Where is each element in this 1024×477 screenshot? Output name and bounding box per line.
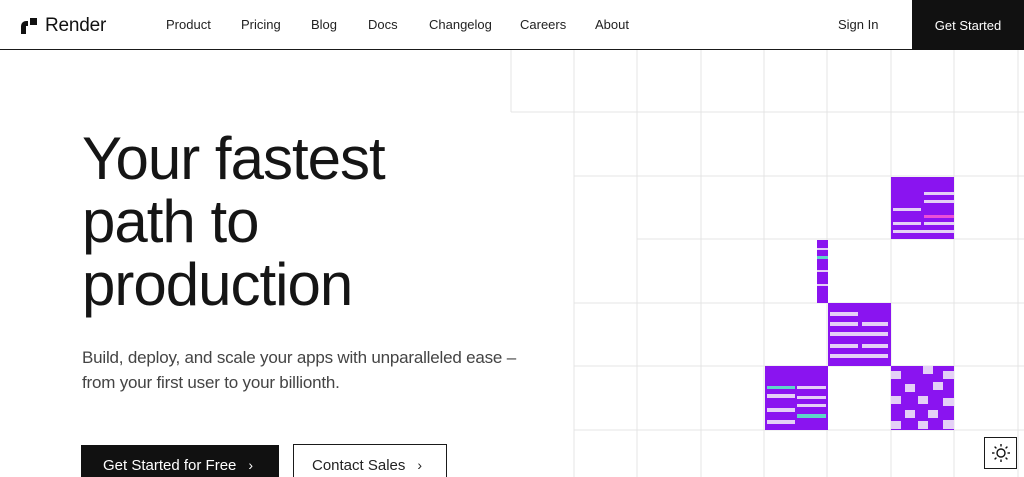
get-started-free-label: Get Started for Free xyxy=(103,456,237,474)
sign-in-link[interactable]: Sign In xyxy=(838,17,878,32)
hero-title-line-3: production xyxy=(82,251,353,318)
get-started-free-button[interactable]: Get Started for Free › xyxy=(81,445,279,477)
contact-sales-button[interactable]: Contact Sales › xyxy=(293,444,447,477)
pixel-block-4 xyxy=(765,366,828,430)
pixel-block-2 xyxy=(817,240,828,303)
hero-title: Your fastest path to production xyxy=(82,125,386,318)
get-started-button[interactable]: Get Started xyxy=(912,0,1024,50)
top-navigation: Render Product Pricing Blog Docs Changel… xyxy=(0,0,1024,50)
hero-title-line-2: path to xyxy=(82,188,259,255)
nav-link-careers[interactable]: Careers xyxy=(520,17,566,32)
hero-subtitle: Build, deploy, and scale your apps with … xyxy=(82,345,516,395)
hero-title-line-1: Your fastest xyxy=(82,125,386,192)
render-logo[interactable]: Render xyxy=(20,15,106,37)
nav-link-pricing[interactable]: Pricing xyxy=(241,17,281,32)
brand-name: Render xyxy=(45,15,107,36)
nav-link-product[interactable]: Product xyxy=(166,17,211,32)
nav-link-about[interactable]: About xyxy=(595,17,629,32)
chevron-right-icon: › xyxy=(417,457,423,473)
chevron-right-icon: › xyxy=(248,457,254,473)
nav-link-blog[interactable]: Blog xyxy=(311,17,337,32)
sun-icon xyxy=(991,444,1010,462)
hero-subtitle-line-1: Build, deploy, and scale your apps with … xyxy=(82,348,516,367)
nav-link-docs[interactable]: Docs xyxy=(368,17,398,32)
pixel-block-1 xyxy=(891,177,954,239)
nav-link-changelog[interactable]: Changelog xyxy=(429,17,492,32)
render-logo-icon xyxy=(21,18,37,34)
theme-toggle-button[interactable] xyxy=(984,437,1017,469)
hero-subtitle-line-2: from your first user to your billionth. xyxy=(82,373,340,392)
pixel-block-5 xyxy=(891,366,954,430)
pixel-block-3 xyxy=(828,303,891,366)
contact-sales-label: Contact Sales xyxy=(312,456,406,474)
